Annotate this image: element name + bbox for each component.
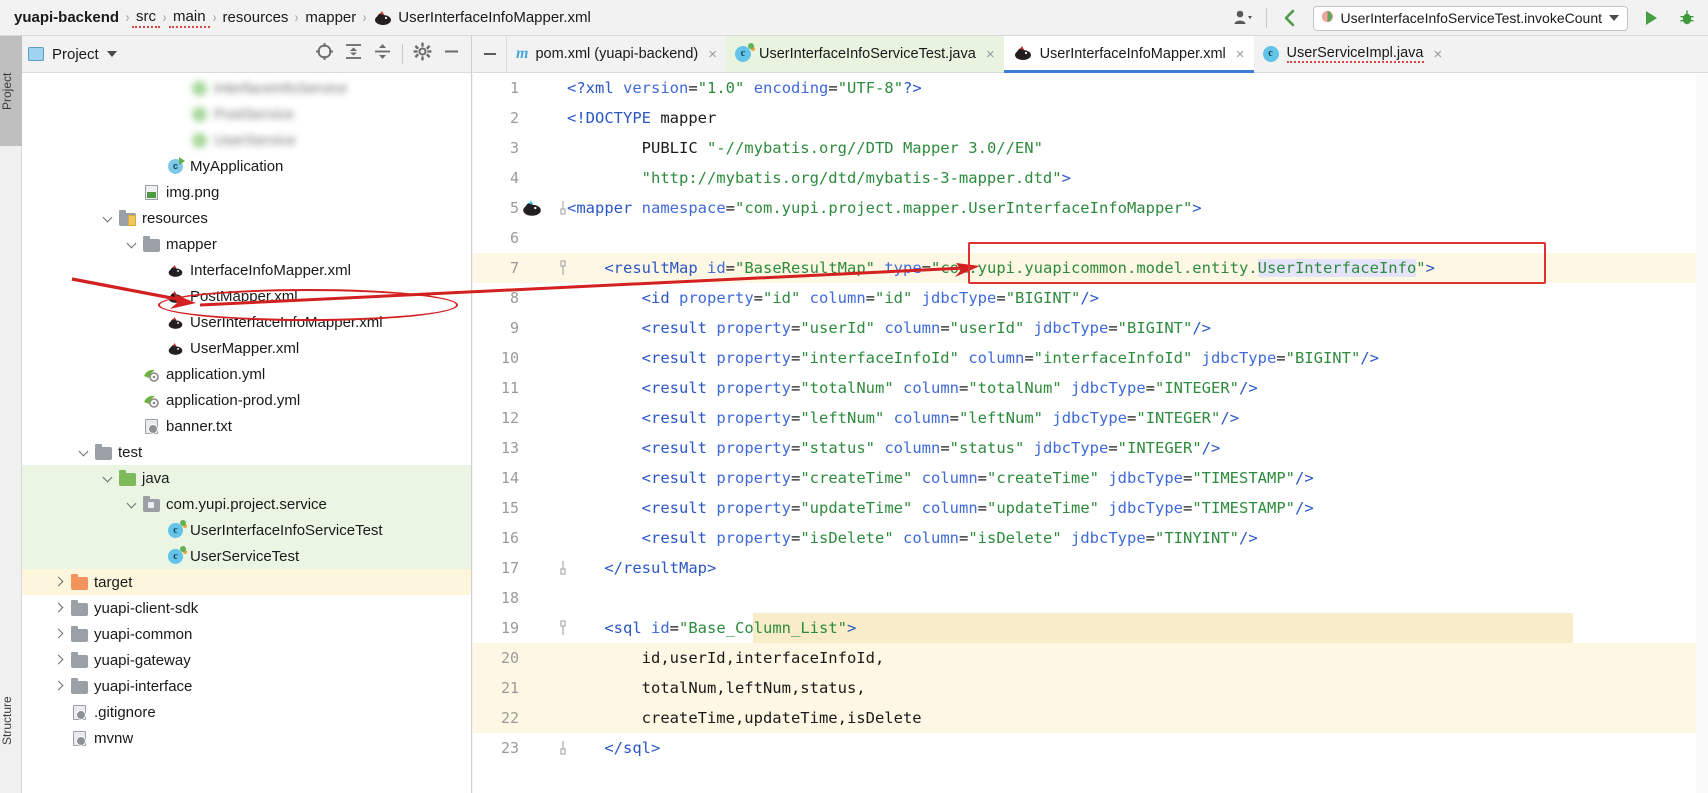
annotation-ellipse-mapper-file: [158, 289, 458, 321]
annotation-box-entity-type: [968, 242, 1546, 284]
ide-window: yuapi-backend › src › main › resources ›…: [0, 0, 1708, 793]
annotation-layer: [71, 263, 980, 309]
